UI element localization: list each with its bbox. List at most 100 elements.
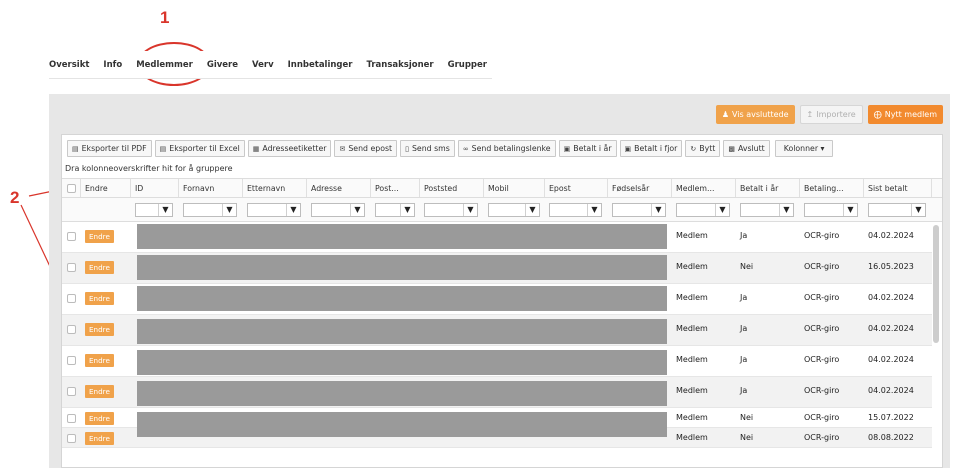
header-sist[interactable]: Sist betalt <box>864 179 932 197</box>
redacted-block <box>137 381 667 406</box>
cell-payment-method: OCR-giro <box>804 293 840 302</box>
header-betaling[interactable]: Betaling... <box>800 179 864 197</box>
filter-epost[interactable]: ▼ <box>549 203 602 217</box>
header-adresse[interactable]: Adresse <box>307 179 371 197</box>
filter-icon[interactable]: ▼ <box>400 204 414 216</box>
import-button[interactable]: ↥ Importere <box>799 105 863 124</box>
filter-sist[interactable]: ▼ <box>868 203 926 217</box>
swap-button[interactable]: ↻ Bytt <box>685 140 721 157</box>
filter-icon[interactable]: ▼ <box>587 204 601 216</box>
new-member-button[interactable]: ⨁ Nytt medlem <box>867 105 943 124</box>
filter-icon[interactable]: ▼ <box>286 204 300 216</box>
edit-button[interactable]: Endre <box>85 230 114 243</box>
header-endre[interactable]: Endre <box>81 179 131 197</box>
edit-button[interactable]: Endre <box>85 261 114 274</box>
row-checkbox[interactable] <box>67 414 76 423</box>
filter-adresse[interactable]: ▼ <box>311 203 365 217</box>
cell-last-paid: 04.02.2024 <box>868 355 914 364</box>
show-ended-button[interactable]: ♟ Vis avsluttede <box>715 105 795 124</box>
header-fornavn[interactable]: Fornavn <box>179 179 243 197</box>
paid-last-year-button[interactable]: ▣ Betalt i fjor <box>619 140 683 157</box>
filter-icon[interactable]: ▼ <box>525 204 539 216</box>
header-mobil[interactable]: Mobil <box>484 179 545 197</box>
header-id[interactable]: ID <box>131 179 179 197</box>
cell-member-type: Medlem <box>676 413 708 422</box>
filter-icon[interactable]: ▼ <box>651 204 665 216</box>
export-excel-button[interactable]: ▤ Eksporter til Excel <box>154 140 245 157</box>
header-betaling-label: Betaling... <box>804 184 844 193</box>
cell-paid-this-year: Ja <box>740 355 748 364</box>
annotation-number-2: 2 <box>10 188 20 207</box>
address-labels-button[interactable]: ▦ Adresseetiketter <box>247 140 332 157</box>
row-checkbox[interactable] <box>67 434 76 443</box>
filter-poststed[interactable]: ▼ <box>424 203 478 217</box>
tab-info[interactable]: Info <box>96 60 129 70</box>
export-pdf-button[interactable]: ▤ Eksporter til PDF <box>67 140 152 157</box>
end-button[interactable]: ▩ Avslutt <box>723 140 770 157</box>
cell-payment-method: OCR-giro <box>804 355 840 364</box>
tab-transaksjoner[interactable]: Transaksjoner <box>359 60 440 70</box>
header-medlem[interactable]: Medlem... <box>672 179 736 197</box>
filter-icon[interactable]: ▼ <box>779 204 793 216</box>
paid-this-year-button[interactable]: ▣ Betalt i år <box>558 140 617 157</box>
filter-id[interactable]: ▼ <box>135 203 173 217</box>
edit-button[interactable]: Endre <box>85 385 114 398</box>
row-checkbox[interactable] <box>67 263 76 272</box>
grid-scrollbar[interactable] <box>933 223 939 468</box>
filter-medlem[interactable]: ▼ <box>676 203 730 217</box>
header-epost[interactable]: Epost <box>545 179 608 197</box>
edit-button[interactable]: Endre <box>85 354 114 367</box>
table-row: Endre Medlem Ja OCR-giro 04.02.2024 <box>62 346 932 377</box>
header-post[interactable]: Post... <box>371 179 420 197</box>
tab-oversikt[interactable]: Oversikt <box>49 60 96 70</box>
filter-icon[interactable]: ▼ <box>463 204 477 216</box>
filter-betaling[interactable]: ▼ <box>804 203 858 217</box>
members-panel: ♟ Vis avsluttede ↥ Importere ⨁ Nytt medl… <box>49 94 950 468</box>
select-all-checkbox[interactable] <box>67 184 76 193</box>
tab-innbetalinger[interactable]: Innbetalinger <box>281 60 360 70</box>
edit-button[interactable]: Endre <box>85 412 114 425</box>
row-checkbox[interactable] <box>67 325 76 334</box>
header-sist-label: Sist betalt <box>868 184 908 193</box>
row-checkbox[interactable] <box>67 294 76 303</box>
row-checkbox[interactable] <box>67 356 76 365</box>
header-betalt[interactable]: Betalt i år <box>736 179 800 197</box>
header-fodselsar[interactable]: Fødselsår <box>608 179 672 197</box>
edit-button[interactable]: Endre <box>85 432 114 445</box>
filter-icon[interactable]: ▼ <box>843 204 857 216</box>
edit-button[interactable]: Endre <box>85 323 114 336</box>
filter-icon[interactable]: ▼ <box>911 204 925 216</box>
row-checkbox[interactable] <box>67 387 76 396</box>
pdf-icon: ▤ <box>72 144 79 153</box>
header-etternavn[interactable]: Etternavn <box>243 179 307 197</box>
tab-givere[interactable]: Givere <box>200 60 245 70</box>
tab-verv[interactable]: Verv <box>245 60 281 70</box>
columns-dropdown[interactable]: Kolonner ▾ <box>774 140 834 157</box>
filter-mobil[interactable]: ▼ <box>488 203 540 217</box>
paid-this-year-label: Betalt i år <box>573 144 612 153</box>
filter-etternavn[interactable]: ▼ <box>247 203 301 217</box>
filter-icon[interactable]: ▼ <box>222 204 236 216</box>
header-poststed[interactable]: Poststed <box>420 179 484 197</box>
filter-post[interactable]: ▼ <box>375 203 415 217</box>
filter-icon[interactable]: ▼ <box>715 204 729 216</box>
filter-icon[interactable]: ▼ <box>350 204 364 216</box>
send-email-button[interactable]: ✉ Send epost <box>334 140 398 157</box>
header-epost-label: Epost <box>549 184 571 193</box>
cell-member-type: Medlem <box>676 231 708 240</box>
filter-fornavn[interactable]: ▼ <box>183 203 237 217</box>
header-etternavn-label: Etternavn <box>247 184 286 193</box>
send-payment-link-button[interactable]: ∞ Send betalingslenke <box>457 140 556 157</box>
cell-paid-this-year: Nei <box>740 262 754 271</box>
filter-icon[interactable]: ▼ <box>158 204 172 216</box>
filter-fodselsar[interactable]: ▼ <box>612 203 666 217</box>
cell-member-type: Medlem <box>676 386 708 395</box>
row-checkbox[interactable] <box>67 232 76 241</box>
tab-grupper[interactable]: Grupper <box>441 60 494 70</box>
scrollbar-thumb[interactable] <box>933 225 939 343</box>
edit-button[interactable]: Endre <box>85 292 114 305</box>
table-row: Endre Medlem Ja OCR-giro 04.02.2024 <box>62 377 932 408</box>
tab-medlemmer[interactable]: Medlemmer <box>129 60 200 70</box>
filter-betalt[interactable]: ▼ <box>740 203 794 217</box>
send-sms-button[interactable]: ▯ Send sms <box>400 140 455 157</box>
